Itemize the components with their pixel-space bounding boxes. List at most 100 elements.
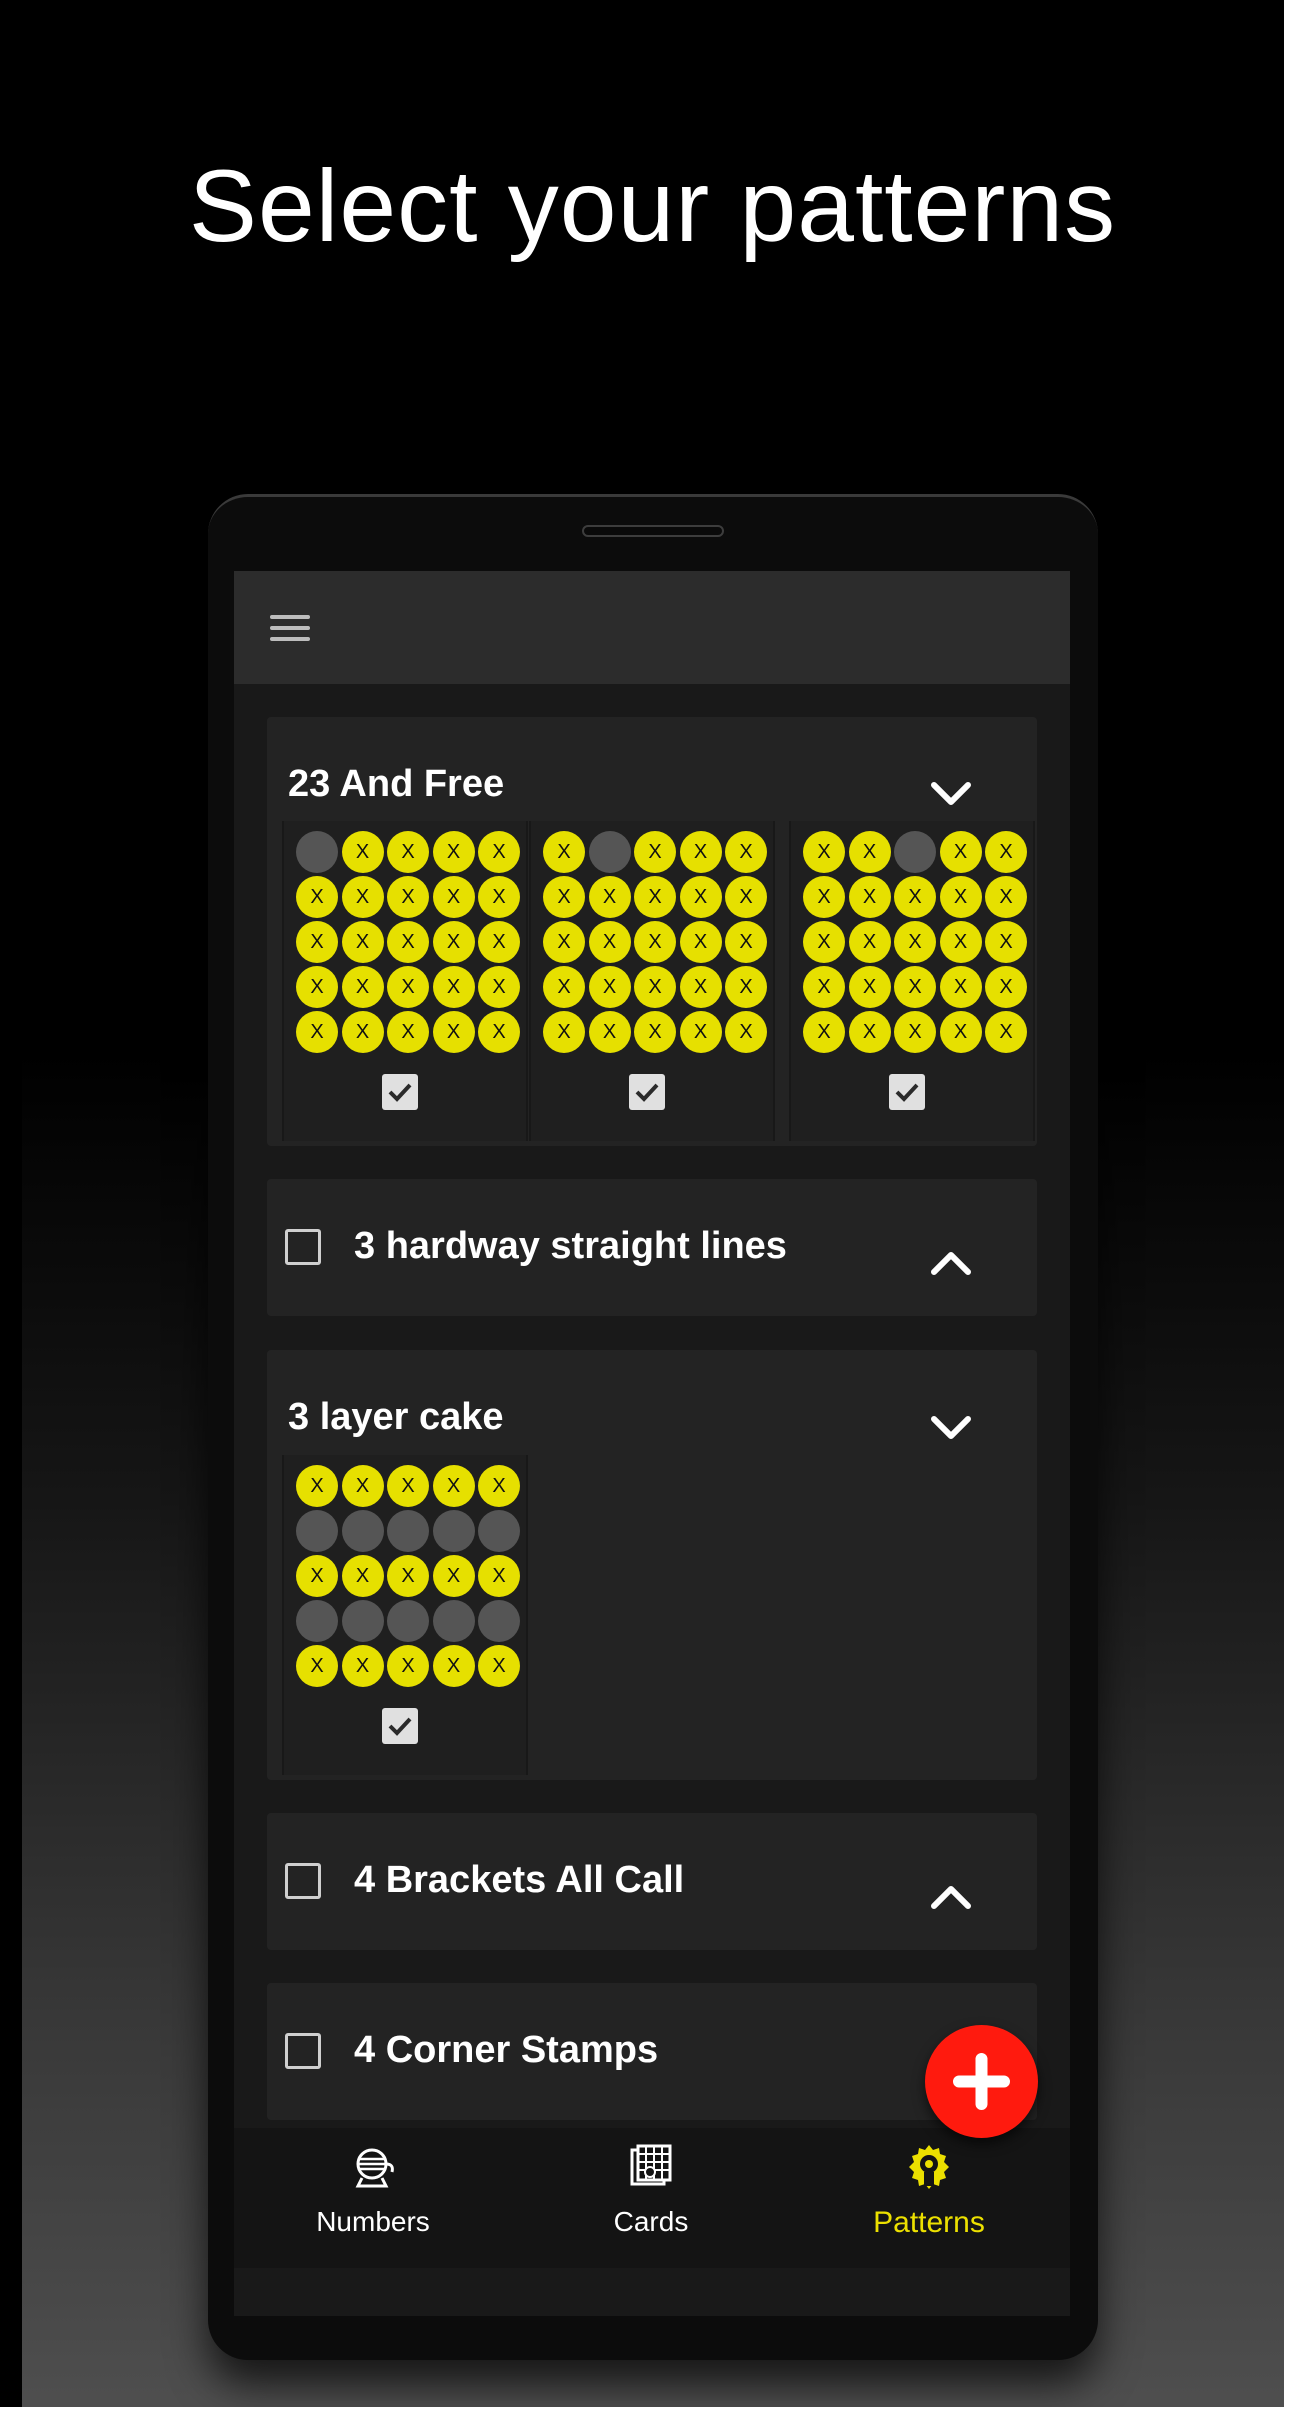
marked-cell: X bbox=[679, 831, 722, 873]
marked-cell: X bbox=[679, 1011, 722, 1053]
pattern-list[interactable]: 23 And Free XXXXXXXXXXXXXXXXXXXXXXXX XXX… bbox=[234, 684, 1070, 2128]
app-bar bbox=[234, 571, 1070, 684]
pattern-title: 3 layer cake bbox=[288, 1396, 504, 1438]
marked-cell: X bbox=[387, 921, 429, 963]
marked-cell: X bbox=[341, 831, 384, 873]
marked-cell: X bbox=[341, 1555, 384, 1597]
unmarked-cell bbox=[432, 1510, 475, 1552]
nav-tab-cards[interactable]: Cards bbox=[512, 2128, 790, 2268]
pattern-grid: XXXXXXXXXXXXXXX bbox=[284, 1465, 530, 1687]
marked-cell: X bbox=[341, 1011, 384, 1053]
marked-cell: X bbox=[894, 966, 936, 1008]
marked-cell: X bbox=[543, 966, 585, 1008]
marked-cell: X bbox=[387, 831, 429, 873]
pattern-card: 3 layer cake XXXXXXXXXXXXXXX bbox=[267, 1350, 1037, 1780]
marked-cell: X bbox=[634, 1011, 676, 1053]
marked-cell: X bbox=[432, 1555, 475, 1597]
marked-cell: X bbox=[387, 966, 429, 1008]
marked-cell: X bbox=[985, 921, 1027, 963]
unmarked-cell bbox=[387, 1600, 429, 1642]
unmarked-cell bbox=[296, 1600, 338, 1642]
chevron-down-icon[interactable] bbox=[924, 767, 978, 821]
marked-cell: X bbox=[432, 1465, 475, 1507]
pattern-grid: XXXXXXXXXXXXXXXXXXXXXXXX bbox=[531, 831, 777, 1053]
marked-cell: X bbox=[848, 831, 891, 873]
marked-cell: X bbox=[432, 966, 475, 1008]
unmarked-cell bbox=[432, 1600, 475, 1642]
pattern-title: 3 hardway straight lines bbox=[354, 1225, 787, 1267]
marked-cell: X bbox=[634, 831, 676, 873]
marked-cell: X bbox=[803, 966, 845, 1008]
pattern-select-checkbox[interactable] bbox=[285, 1229, 321, 1265]
marked-cell: X bbox=[432, 1011, 475, 1053]
plus-icon bbox=[953, 2053, 1010, 2110]
chevron-up-icon[interactable] bbox=[924, 1870, 978, 1924]
unmarked-cell bbox=[296, 1510, 338, 1552]
nav-tab-patterns[interactable]: Patterns bbox=[790, 2128, 1068, 2268]
marked-cell: X bbox=[894, 876, 936, 918]
marked-cell: X bbox=[432, 1645, 475, 1687]
marked-cell: X bbox=[679, 921, 722, 963]
chevron-down-icon[interactable] bbox=[924, 1401, 978, 1455]
unmarked-cell bbox=[341, 1510, 384, 1552]
marked-cell: X bbox=[296, 1645, 338, 1687]
menu-icon[interactable] bbox=[270, 613, 310, 643]
marked-cell: X bbox=[634, 966, 676, 1008]
marked-cell: X bbox=[634, 876, 676, 918]
add-pattern-button[interactable] bbox=[925, 2025, 1038, 2138]
marked-cell: X bbox=[387, 1011, 429, 1053]
marked-cell: X bbox=[432, 921, 475, 963]
marked-cell: X bbox=[543, 921, 585, 963]
pattern-select-checkbox[interactable] bbox=[285, 1863, 321, 1899]
marked-cell: X bbox=[478, 921, 520, 963]
marked-cell: X bbox=[341, 966, 384, 1008]
marked-cell: X bbox=[985, 876, 1027, 918]
pattern-select-checkbox[interactable] bbox=[285, 2033, 321, 2069]
nav-tab-numbers[interactable]: Numbers bbox=[234, 2128, 512, 2268]
marked-cell: X bbox=[803, 921, 845, 963]
marked-cell: X bbox=[296, 1465, 338, 1507]
marked-cell: X bbox=[985, 831, 1027, 873]
nav-label: Cards bbox=[613, 2206, 689, 2237]
pattern-grid: XXXXXXXXXXXXXXXXXXXXXXXX bbox=[791, 831, 1037, 1053]
marked-cell: X bbox=[803, 876, 845, 918]
marked-cell: X bbox=[387, 876, 429, 918]
unmarked-cell bbox=[296, 831, 338, 873]
marked-cell: X bbox=[588, 1011, 631, 1053]
marked-cell: X bbox=[588, 966, 631, 1008]
pattern-checkbox[interactable] bbox=[382, 1708, 418, 1744]
pattern-checkbox[interactable] bbox=[382, 1074, 418, 1110]
marked-cell: X bbox=[939, 831, 982, 873]
bottom-navigation: Numbers Cards Patterns bbox=[234, 2128, 1070, 2268]
marked-cell: X bbox=[432, 831, 475, 873]
marked-cell: X bbox=[341, 876, 384, 918]
marked-cell: X bbox=[341, 921, 384, 963]
pattern-gear-icon bbox=[904, 2142, 954, 2192]
marked-cell: X bbox=[341, 1465, 384, 1507]
pattern-checkbox[interactable] bbox=[889, 1074, 925, 1110]
marked-cell: X bbox=[848, 921, 891, 963]
pattern-checkbox[interactable] bbox=[629, 1074, 665, 1110]
marked-cell: X bbox=[894, 921, 936, 963]
nav-label: Numbers bbox=[316, 2206, 430, 2237]
marked-cell: X bbox=[848, 876, 891, 918]
marked-cell: X bbox=[939, 966, 982, 1008]
pattern-variant: XXXXXXXXXXXXXXX bbox=[282, 1455, 528, 1775]
marked-cell: X bbox=[725, 876, 767, 918]
marked-cell: X bbox=[296, 1011, 338, 1053]
pattern-card[interactable]: 3 hardway straight lines bbox=[267, 1179, 1037, 1316]
marked-cell: X bbox=[894, 1011, 936, 1053]
pattern-card[interactable]: 4 Corner Stamps bbox=[267, 1983, 1037, 2120]
marked-cell: X bbox=[679, 876, 722, 918]
chevron-up-icon[interactable] bbox=[924, 1236, 978, 1290]
marked-cell: X bbox=[478, 831, 520, 873]
marked-cell: X bbox=[387, 1465, 429, 1507]
unmarked-cell bbox=[387, 1510, 429, 1552]
marked-cell: X bbox=[588, 876, 631, 918]
pattern-card[interactable]: 4 Brackets All Call bbox=[267, 1813, 1037, 1950]
marked-cell: X bbox=[543, 876, 585, 918]
marked-cell: X bbox=[848, 1011, 891, 1053]
marked-cell: X bbox=[543, 831, 585, 873]
unmarked-cell bbox=[478, 1510, 520, 1552]
marked-cell: X bbox=[725, 831, 767, 873]
